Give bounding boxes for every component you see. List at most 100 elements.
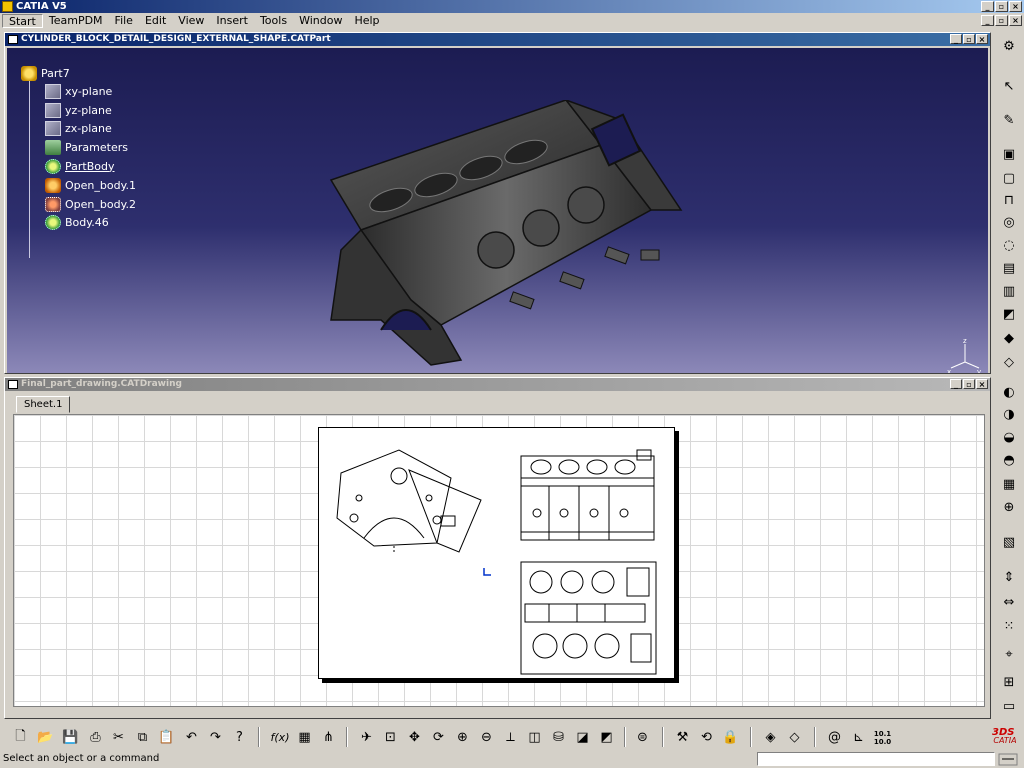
rotate-icon[interactable]: ⟳ [428, 727, 449, 748]
zoom-out-icon[interactable]: ⊖ [476, 727, 497, 748]
menu-teampdm[interactable]: TeamPDM [43, 14, 109, 28]
close-button[interactable]: × [1009, 1, 1022, 12]
translate-icon[interactable]: ⇕ [999, 567, 1019, 587]
catalog-icon[interactable]: ⊜ [632, 727, 653, 748]
shell-icon[interactable]: ◓ [999, 450, 1019, 470]
tree-item-xy-plane[interactable]: xy-plane [45, 82, 112, 100]
rib-icon[interactable]: ▤ [999, 258, 1019, 278]
new-icon[interactable]: 🗋 [10, 727, 31, 748]
update-icon[interactable]: ⟲ [696, 727, 717, 748]
tree-root-part[interactable]: Part7 [21, 64, 70, 82]
gear-icon[interactable]: ⚙ [999, 36, 1019, 56]
hole-icon[interactable]: ◌ [999, 235, 1019, 255]
part-maximize-button[interactable]: ▫ [963, 34, 975, 44]
catia-app-icon[interactable] [2, 1, 13, 12]
measure-icon[interactable]: ▭ [999, 696, 1019, 716]
pattern-icon[interactable]: ⁙ [999, 616, 1019, 636]
spiral-icon[interactable]: @ [824, 727, 845, 748]
part-close-button[interactable]: × [976, 34, 988, 44]
drawing-canvas[interactable] [13, 414, 985, 707]
boolean-icon[interactable]: ⊞ [999, 672, 1019, 692]
split-icon[interactable]: ▧ [999, 532, 1019, 552]
menu-view[interactable]: View [172, 14, 210, 28]
part-minimize-button[interactable]: _ [950, 34, 962, 44]
loft-icon[interactable]: ◆ [999, 328, 1019, 348]
view-selector-icon[interactable]: ◫ [524, 727, 545, 748]
paste-icon[interactable]: 📋 [156, 727, 177, 748]
thread-icon[interactable]: ⊕ [999, 497, 1019, 517]
lock-icon[interactable]: 🔒 [720, 727, 741, 748]
tab-sheet-1[interactable]: Sheet.1 [16, 396, 71, 413]
open-folder-icon[interactable]: 📂 [35, 727, 56, 748]
menu-start[interactable]: Start [2, 14, 43, 28]
fly-mode-icon[interactable]: ✈ [356, 727, 377, 748]
scaling-icon[interactable]: ⌖ [999, 644, 1019, 664]
hide-show-icon[interactable]: ◪ [572, 727, 593, 748]
command-input[interactable] [757, 752, 995, 766]
tree-expand-icon[interactable]: ⋔ [318, 727, 339, 748]
menu-edit[interactable]: Edit [139, 14, 172, 28]
maximize-button[interactable]: ▫ [995, 1, 1008, 12]
normal-view-icon[interactable]: ⟂ [500, 727, 521, 748]
axis-system-icon[interactable]: ⊾ [848, 727, 869, 748]
groove-icon[interactable]: ◎ [999, 212, 1019, 232]
swap-visible-space-icon[interactable]: ◩ [596, 727, 617, 748]
redo-icon[interactable]: ↷ [205, 727, 226, 748]
copy-icon[interactable]: ⧉ [132, 727, 153, 748]
drawing-maximize-button[interactable]: ▫ [963, 379, 975, 389]
chamfer-icon[interactable]: ◑ [999, 404, 1019, 424]
menu-tools[interactable]: Tools [254, 14, 293, 28]
drawing-minimize-button[interactable]: _ [950, 379, 962, 389]
doc-restore-button[interactable]: ▫ [995, 15, 1008, 26]
menu-insert[interactable]: Insert [210, 14, 254, 28]
tree-item-parameters[interactable]: Parameters [45, 138, 128, 156]
menu-help[interactable]: Help [348, 14, 385, 28]
doc-close-button[interactable]: × [1009, 15, 1022, 26]
drawing-close-button[interactable]: × [976, 379, 988, 389]
drawing-window-titlebar[interactable]: Final_part_drawing.CATDrawing _ ▫ × [5, 378, 990, 391]
save-icon[interactable]: 💾 [60, 727, 81, 748]
pan-icon[interactable]: ✥ [404, 727, 425, 748]
material-icon[interactable]: ◈ [760, 727, 781, 748]
tree-item-zx-plane[interactable]: zx-plane [45, 119, 112, 137]
3d-viewport[interactable]: Part7 xy-plane yz-plane zx-plane Paramet… [7, 48, 988, 373]
tree-item-body-46[interactable]: Body.46 [45, 213, 109, 231]
mirror-icon[interactable]: ⇔ [999, 592, 1019, 612]
select-arrow-icon[interactable]: ↖ [999, 76, 1019, 96]
scale-icon[interactable]: 10.1 10.0 [872, 727, 893, 748]
menu-window[interactable]: Window [293, 14, 348, 28]
formula-icon[interactable]: f(x) [268, 727, 292, 748]
analysis-icon[interactable]: ⚒ [672, 727, 693, 748]
cut-icon[interactable]: ✂ [108, 727, 129, 748]
shaft-icon[interactable]: ⊓ [999, 190, 1019, 210]
remove-loft-icon[interactable]: ◇ [999, 352, 1019, 372]
tree-item-open-body-2[interactable]: Open_body.2 [45, 195, 136, 213]
undo-icon[interactable]: ↶ [181, 727, 202, 748]
fillet-icon[interactable]: ◐ [999, 382, 1019, 402]
render-style-icon[interactable]: ⛁ [548, 727, 569, 748]
whats-this-help-icon[interactable]: ? [229, 727, 250, 748]
pad-icon[interactable]: ▣ [999, 144, 1019, 164]
slot-icon[interactable]: ▥ [999, 281, 1019, 301]
part-window-titlebar[interactable]: CYLINDER_BLOCK_DETAIL_DESIGN_EXTERNAL_SH… [5, 33, 990, 46]
fit-all-icon[interactable]: ⊡ [380, 727, 401, 748]
doc-minimize-button[interactable]: _ [981, 15, 994, 26]
minimize-button[interactable]: _ [981, 1, 994, 12]
thickness-icon[interactable]: ▦ [999, 474, 1019, 494]
drawing-sheet[interactable] [318, 427, 675, 679]
zoom-in-icon[interactable]: ⊕ [452, 727, 473, 748]
tree-item-partbody[interactable]: PartBody [45, 157, 114, 175]
menu-file[interactable]: File [109, 14, 139, 28]
stiffener-icon[interactable]: ◩ [999, 304, 1019, 324]
apply-material-icon[interactable]: ◇ [784, 727, 805, 748]
draft-icon[interactable]: ◒ [999, 427, 1019, 447]
pocket-icon[interactable]: ▢ [999, 168, 1019, 188]
axis-compass-widget[interactable]: z y x [947, 338, 983, 373]
print-icon[interactable]: ⎙ [85, 727, 106, 748]
table-icon[interactable]: ▦ [294, 727, 315, 748]
cylinder-block-3d-model[interactable] [321, 100, 691, 370]
power-input-icon[interactable] [998, 753, 1018, 766]
tree-item-open-body-1[interactable]: Open_body.1 [45, 176, 136, 194]
tree-item-yz-plane[interactable]: yz-plane [45, 101, 112, 119]
sketcher-icon[interactable]: ✎ [999, 110, 1019, 130]
